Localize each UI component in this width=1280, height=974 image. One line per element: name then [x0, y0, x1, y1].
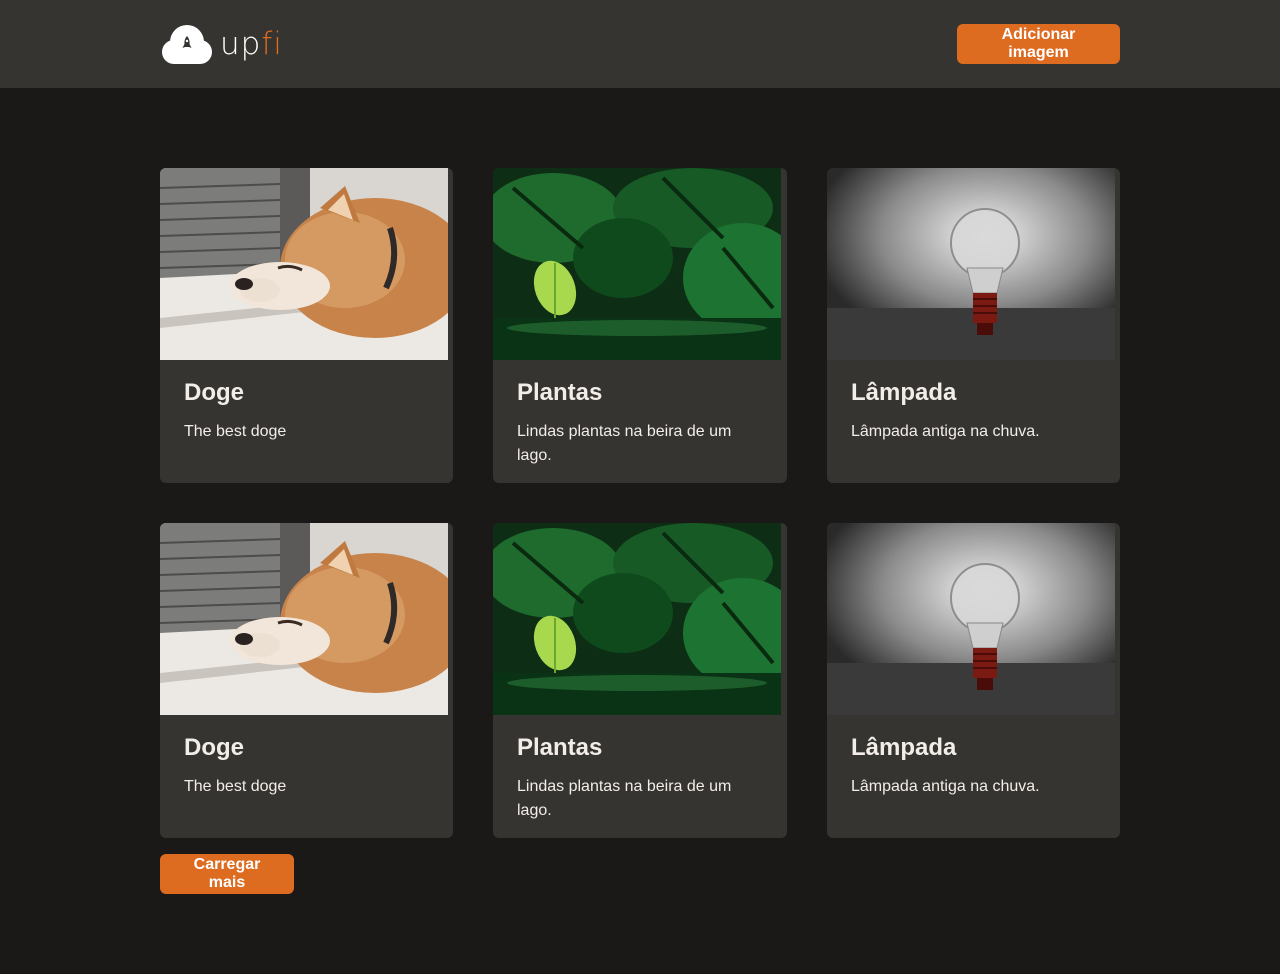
load-more-button[interactable]: Carregar mais [160, 854, 294, 894]
card-description: Lindas plantas na beira de um lago. [517, 778, 732, 819]
lightbulb-rain-photo[interactable] [827, 168, 1115, 360]
card-description: Lâmpada antiga na chuva. [851, 423, 1040, 440]
monstera-plants-photo[interactable] [493, 523, 781, 715]
image-card[interactable]: Doge The best doge [160, 523, 453, 838]
card-title: Plantas [517, 379, 603, 406]
shiba-dog-photo[interactable] [160, 523, 448, 715]
add-image-button[interactable]: Adicionar imagem [957, 24, 1120, 64]
monstera-plants-photo[interactable] [493, 168, 781, 360]
image-card[interactable]: Lâmpada Lâmpada antiga na chuva. [827, 523, 1120, 838]
cloud-rocket-icon [160, 23, 214, 65]
shiba-dog-photo[interactable] [160, 168, 448, 360]
image-card[interactable]: Plantas Lindas plantas na beira de um la… [493, 168, 787, 483]
lightbulb-rain-photo[interactable] [827, 523, 1115, 715]
image-card[interactable]: Lâmpada Lâmpada antiga na chuva. [827, 168, 1120, 483]
card-description: Lindas plantas na beira de um lago. [517, 423, 732, 464]
image-grid: Doge The best doge Plantas Lindas planta… [160, 168, 1120, 838]
card-title: Lâmpada [851, 379, 957, 406]
image-card[interactable]: Plantas Lindas plantas na beira de um la… [493, 523, 787, 838]
card-title: Doge [184, 734, 244, 761]
card-description: Lâmpada antiga na chuva. [851, 778, 1040, 795]
card-title: Lâmpada [851, 734, 957, 761]
upfi-logo[interactable]: upfi [160, 22, 283, 66]
image-card[interactable]: Doge The best doge [160, 168, 453, 483]
top-header: upfi Adicionar imagem [0, 0, 1280, 88]
card-title: Doge [184, 379, 244, 406]
card-description: The best doge [184, 778, 287, 795]
logo-wordmark: upfi [220, 25, 283, 62]
card-description: The best doge [184, 423, 287, 440]
card-title: Plantas [517, 734, 603, 761]
